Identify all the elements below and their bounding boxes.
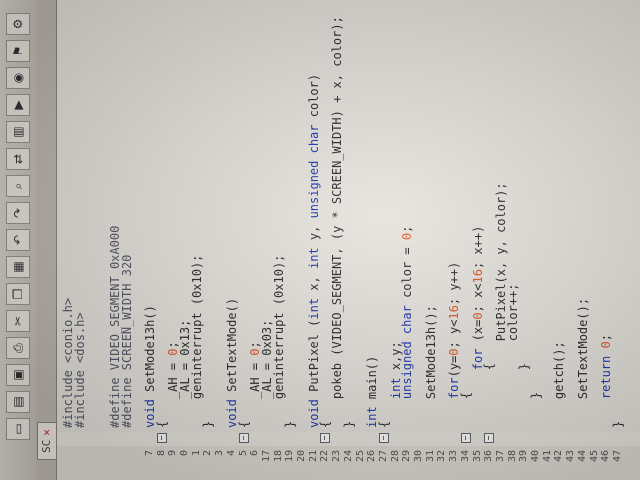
photo-of-screen: ▭ ▤ ▣ ⎙ ✂ ❐ ▦ ↶ ↷ ⌕ ⇄ ▥ ▶ ◉ ⚑ ⚙ SC✕ 7 8 9 0 1 2 3 4 5 6 17 18 19 20 2… — [0, 0, 640, 480]
toolbar: ▭ ▤ ▣ ⎙ ✂ ❐ ▦ ↶ ↷ ⌕ ⇄ ▥ ▶ ◉ ⚑ ⚙ — [0, 0, 37, 480]
line-number: 6 — [249, 450, 261, 457]
code-line: } — [201, 420, 216, 428]
code-line: } — [610, 420, 625, 428]
paste-icon[interactable]: ▦ — [6, 256, 30, 278]
fold-toggle-icon[interactable]: − — [156, 433, 167, 443]
code-line: unsigned char color = 0; — [400, 225, 415, 400]
code-line: } — [341, 420, 356, 428]
line-number: 39 — [518, 450, 530, 463]
settings-icon[interactable]: ⚙ — [6, 13, 30, 35]
line-number: 25 — [354, 450, 366, 463]
line-number: 1 — [190, 450, 202, 457]
line-number: 37 — [494, 450, 506, 463]
line-number: 20 — [296, 450, 307, 463]
line-number: 29 — [401, 450, 413, 463]
tab-label: SC — [40, 439, 53, 453]
line-number: 27 — [377, 450, 389, 463]
code-line: geninterrupt (0x10); — [189, 254, 204, 428]
line-number: 28 — [389, 450, 401, 463]
line-number: 0 — [179, 450, 190, 457]
compile-icon[interactable]: ▥ — [6, 121, 30, 143]
line-number: 4 — [225, 450, 237, 457]
bookmark-icon[interactable]: ⚑ — [6, 40, 30, 62]
tab-bar: SC ✕ — [36, 0, 57, 480]
code-line: geninterrupt (0x10); — [271, 254, 286, 428]
line-number: 18 — [272, 450, 284, 463]
line-number: 45 — [588, 450, 600, 463]
code-line: SetTextMode(); — [575, 297, 590, 428]
line-number: 8 — [155, 450, 167, 457]
code-line: void SetMode13h() — [142, 305, 157, 428]
line-number: 38 — [506, 450, 518, 463]
line-number: 22 — [319, 450, 331, 463]
line-number: 44 — [576, 450, 588, 463]
line-number: 3 — [214, 450, 226, 457]
line-number: 41 — [541, 450, 553, 463]
cut-icon[interactable]: ✂ — [6, 310, 30, 332]
line-number: 42 — [553, 450, 565, 463]
line-number: 24 — [342, 450, 354, 463]
code-line: #define SCREEN_WIDTH 320 — [119, 254, 134, 428]
fold-toggle-icon[interactable]: − — [484, 433, 495, 443]
line-number: 19 — [284, 450, 296, 463]
code-line: #include <dos.h> — [72, 312, 87, 428]
run-icon[interactable]: ▶ — [6, 94, 30, 116]
line-number: 2 — [202, 450, 214, 457]
fold-toggle-icon[interactable]: − — [320, 433, 331, 443]
copy-icon[interactable]: ❐ — [6, 283, 30, 305]
line-number: 35 — [471, 450, 483, 463]
line-number: 7 — [143, 450, 155, 457]
line-number: 9 — [167, 450, 179, 457]
line-number: 47 — [611, 450, 623, 463]
print-icon[interactable]: ⎙ — [6, 337, 30, 359]
debug-icon[interactable]: ◉ — [6, 67, 30, 89]
line-number: 32 — [436, 450, 448, 463]
close-icon[interactable]: ✕ — [40, 429, 53, 436]
code-line: void SetTextMode() — [224, 297, 239, 428]
line-number: 33 — [448, 450, 460, 463]
fold-margin: − − − − − − — [57, 432, 640, 446]
code-line: return 0; — [599, 334, 614, 400]
line-number: 43 — [565, 450, 577, 463]
code-line: SetMode13h(); — [423, 305, 438, 428]
replace-icon[interactable]: ⇄ — [6, 148, 30, 170]
line-number: 30 — [413, 450, 424, 463]
line-number: 36 — [483, 450, 495, 463]
line-number: 31 — [424, 450, 436, 463]
open-icon[interactable]: ▤ — [6, 391, 30, 413]
undo-icon[interactable]: ↶ — [6, 229, 30, 251]
line-number: 40 — [530, 450, 541, 463]
line-number: 34 — [459, 450, 471, 463]
line-number: 5 — [237, 450, 249, 457]
code-line: void PutPixel (int x, int y, unsigned ch… — [306, 73, 321, 428]
line-number: 23 — [331, 450, 343, 463]
tab-file[interactable]: SC ✕ — [37, 422, 56, 460]
find-icon[interactable]: ⌕ — [6, 175, 30, 197]
fold-toggle-icon[interactable]: − — [238, 433, 249, 443]
code-line: getch(); — [552, 341, 567, 428]
line-number: 21 — [307, 450, 319, 463]
line-number: 46 — [600, 450, 612, 463]
code-line: } — [529, 391, 543, 428]
code-line: int main() — [365, 355, 380, 428]
code-line: } — [283, 420, 298, 428]
fold-toggle-icon[interactable]: − — [460, 433, 471, 443]
new-file-icon[interactable]: ▭ — [6, 418, 30, 440]
line-number: 17 — [260, 450, 272, 463]
redo-icon[interactable]: ↷ — [6, 202, 30, 224]
line-number: 26 — [366, 450, 378, 463]
code-line: pokeb (VIDEO_SEGMENT, (y * SCREEN_WIDTH)… — [330, 16, 345, 428]
code-editor-window: ▭ ▤ ▣ ⎙ ✂ ❐ ▦ ↶ ↷ ⌕ ⇄ ▥ ▶ ◉ ⚑ ⚙ SC✕ 7 8 9 0 1 2 3 4 5 6 17 18 19 20 2… — [0, 0, 640, 480]
line-number-gutter: 7 8 9 0 1 2 3 4 5 6 17 18 19 20 21 22 23 24 25 26 27 28 29 30 31… — [57, 445, 640, 480]
save-icon[interactable]: ▣ — [6, 364, 30, 386]
fold-toggle-icon[interactable]: − — [378, 433, 389, 443]
code-area[interactable]: #include <conio.h> #include <dos.h> #defin… — [57, 8, 640, 428]
